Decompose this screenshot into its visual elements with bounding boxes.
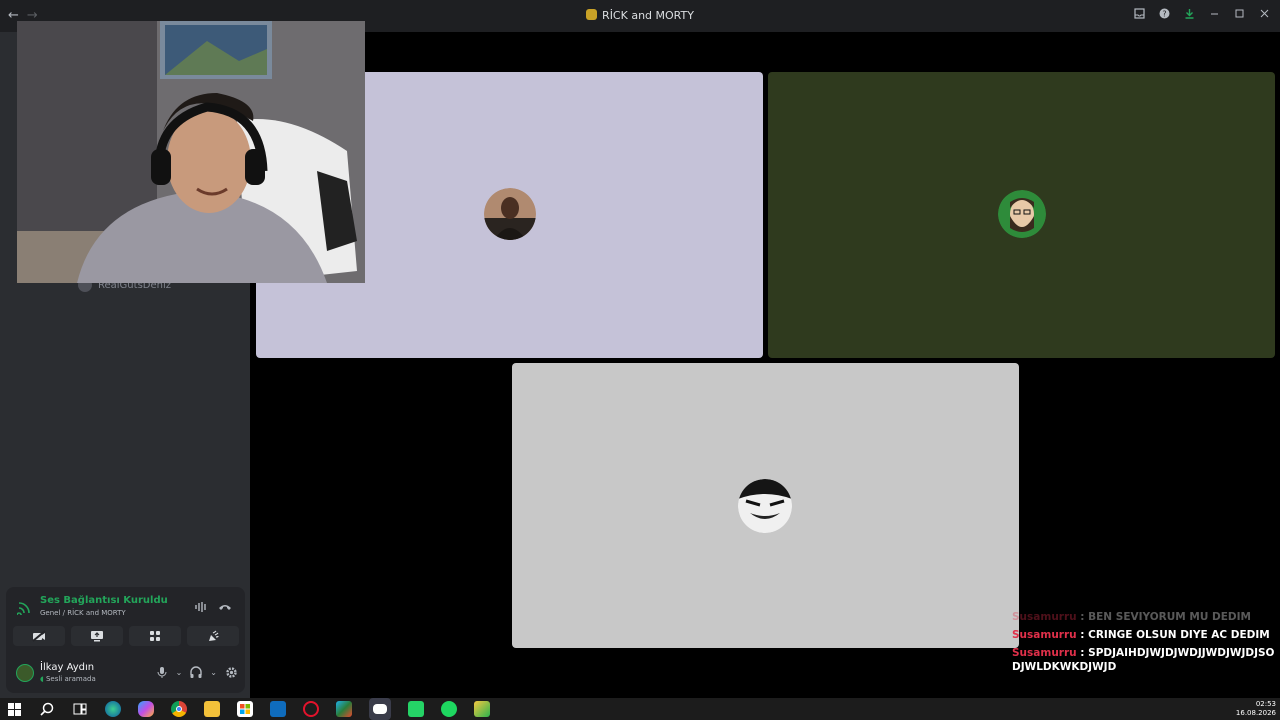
chat-author: Susamurru: [1012, 629, 1077, 641]
opera-icon[interactable]: [303, 701, 319, 717]
chat-author: Susamurru: [1012, 647, 1077, 659]
avatar: [738, 479, 792, 533]
signal-icon[interactable]: [16, 601, 31, 619]
chat-overlay: Susamurru : BEN SEVIYORUM MU DEDIM Susam…: [1012, 610, 1278, 678]
voice-channel[interactable]: Genel / RİCK and MORTY: [40, 609, 126, 617]
chat-author: Susamurru: [1012, 611, 1077, 623]
close-icon[interactable]: [1259, 8, 1270, 22]
windows-start-icon[interactable]: [6, 701, 22, 717]
camera-button[interactable]: [13, 626, 65, 646]
settings-gear-icon[interactable]: [225, 666, 238, 682]
maximize-icon[interactable]: [1234, 8, 1245, 22]
m365-icon[interactable]: [336, 701, 352, 717]
voice-status[interactable]: Ses Bağlantısı Kuruldu: [40, 595, 168, 606]
clock-date: 16.08.2026: [1235, 709, 1276, 717]
voice-actions: [13, 626, 239, 646]
mail-icon[interactable]: [270, 701, 286, 717]
noise-suppression-icon[interactable]: [194, 601, 208, 616]
taskbar: 02:53 16.08.2026: [0, 698, 1280, 720]
voice-connection-panel: Ses Bağlantısı Kuruldu Genel / RİCK and …: [6, 587, 245, 693]
voice-status-icon: ◖: [40, 675, 44, 683]
headphones-icon[interactable]: [190, 666, 202, 682]
window-controls: ?: [1134, 8, 1270, 22]
inbox-icon[interactable]: [1134, 8, 1145, 22]
help-icon[interactable]: ?: [1159, 8, 1170, 22]
user-status-text: Sesli aramada: [45, 675, 96, 683]
soundboard-icon: [209, 630, 219, 641]
avatar: [484, 188, 536, 240]
chat-text: : CRINGE OLSUN DIYE AC DEDIM: [1076, 629, 1270, 641]
copilot-icon[interactable]: [138, 701, 154, 717]
video-tile-2[interactable]: [768, 72, 1275, 358]
spotify-icon[interactable]: [441, 701, 457, 717]
search-icon[interactable]: [39, 701, 55, 717]
svg-text:?: ?: [1162, 10, 1166, 19]
screen-share-icon: [91, 631, 103, 642]
system-clock[interactable]: 02:53 16.08.2026: [1236, 700, 1276, 718]
chat-message: Susamurru : CRINGE OLSUN DIYE AC DEDIM: [1012, 628, 1278, 642]
chat-text: : BEN SEVIYORUM MU DEDIM: [1076, 611, 1251, 623]
webcam-image: [17, 21, 365, 283]
activities-button[interactable]: [129, 626, 181, 646]
chat-message: Susamurru : BEN SEVIYORUM MU DEDIM: [1012, 610, 1278, 624]
soundboard-button[interactable]: [187, 626, 239, 646]
chevron-down-icon[interactable]: ⌄: [176, 668, 183, 682]
video-tile-3[interactable]: [512, 363, 1019, 648]
whatsapp-icon[interactable]: [408, 701, 424, 717]
task-view-icon[interactable]: [72, 701, 88, 717]
microphone-icon[interactable]: [156, 666, 168, 682]
file-explorer-icon[interactable]: [204, 701, 220, 717]
chrome-icon[interactable]: [171, 701, 187, 717]
user-status: ◖ Sesli aramada: [40, 675, 96, 683]
chevron-down-icon[interactable]: ⌄: [210, 668, 217, 682]
avatar[interactable]: [16, 664, 34, 682]
window-title: RİCK and MORTY: [602, 9, 694, 22]
webcam-preview[interactable]: [17, 21, 365, 283]
user-name[interactable]: İlkay Aydın: [40, 662, 94, 673]
user-panel: İlkay Aydın ◖ Sesli aramada ⌄ ⌄: [14, 660, 240, 690]
store-icon[interactable]: [237, 701, 253, 717]
taskbar-apps: [6, 698, 490, 720]
paint-icon[interactable]: [474, 701, 490, 717]
avatar: [998, 190, 1046, 238]
screen-share-button[interactable]: [71, 626, 123, 646]
user-controls: ⌄ ⌄: [156, 666, 238, 682]
minimize-icon[interactable]: [1209, 8, 1220, 22]
disconnect-icon[interactable]: [218, 601, 232, 616]
download-icon[interactable]: [1184, 8, 1195, 22]
activities-icon: [150, 631, 160, 641]
camera-off-icon: [32, 630, 46, 642]
chat-message: Susamurru : SPDJAIHDJWJDJWDJJWDJWJDJSODJ…: [1012, 646, 1278, 674]
edge-icon[interactable]: [105, 701, 121, 717]
server-icon: [586, 9, 598, 20]
clock-time: 02:53: [1255, 700, 1276, 708]
discord-icon[interactable]: [369, 698, 391, 720]
